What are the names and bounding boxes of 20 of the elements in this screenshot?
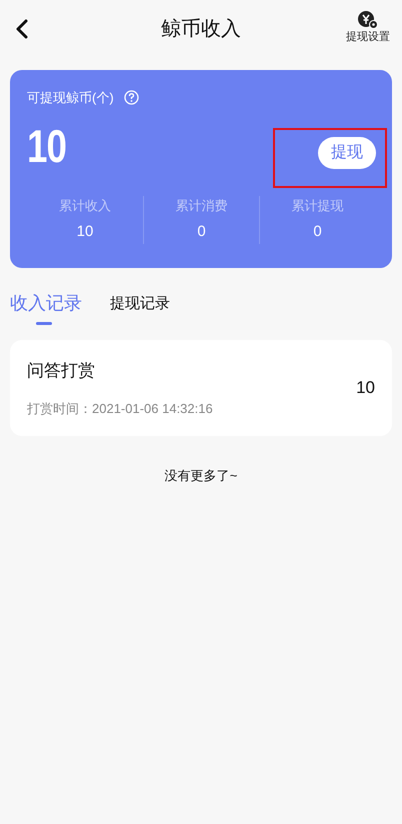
stat-label: 累计收入 <box>59 196 111 214</box>
balance-amount: 10 <box>27 122 66 168</box>
stat-label: 累计提现 <box>292 196 344 214</box>
balance-label: 可提现鲸币(个) <box>27 89 114 107</box>
page-title: 鲸币收入 <box>161 17 241 42</box>
settings-link[interactable]: 提现设置 <box>346 30 390 44</box>
tab[interactable]: 提现记录 <box>110 293 170 316</box>
withdraw-button[interactable]: 提现 <box>318 136 376 168</box>
end-of-list-note: 没有更多了~ <box>164 467 238 485</box>
record-title: 问答打赏 <box>27 360 96 382</box>
coin-settings-icon[interactable] <box>357 10 379 30</box>
stat-label: 累计消费 <box>176 196 228 214</box>
tab[interactable]: 收入记录 <box>10 290 82 317</box>
tab-indicator <box>36 322 52 325</box>
help-icon[interactable] <box>124 90 139 106</box>
stat-value: 10 <box>76 222 94 242</box>
stat-value: 0 <box>313 222 322 242</box>
record-time: 打赏时间：2021-01-06 14:32:16 <box>27 400 213 418</box>
record-amount: 10 <box>356 377 375 400</box>
stat-value: 0 <box>197 222 206 242</box>
